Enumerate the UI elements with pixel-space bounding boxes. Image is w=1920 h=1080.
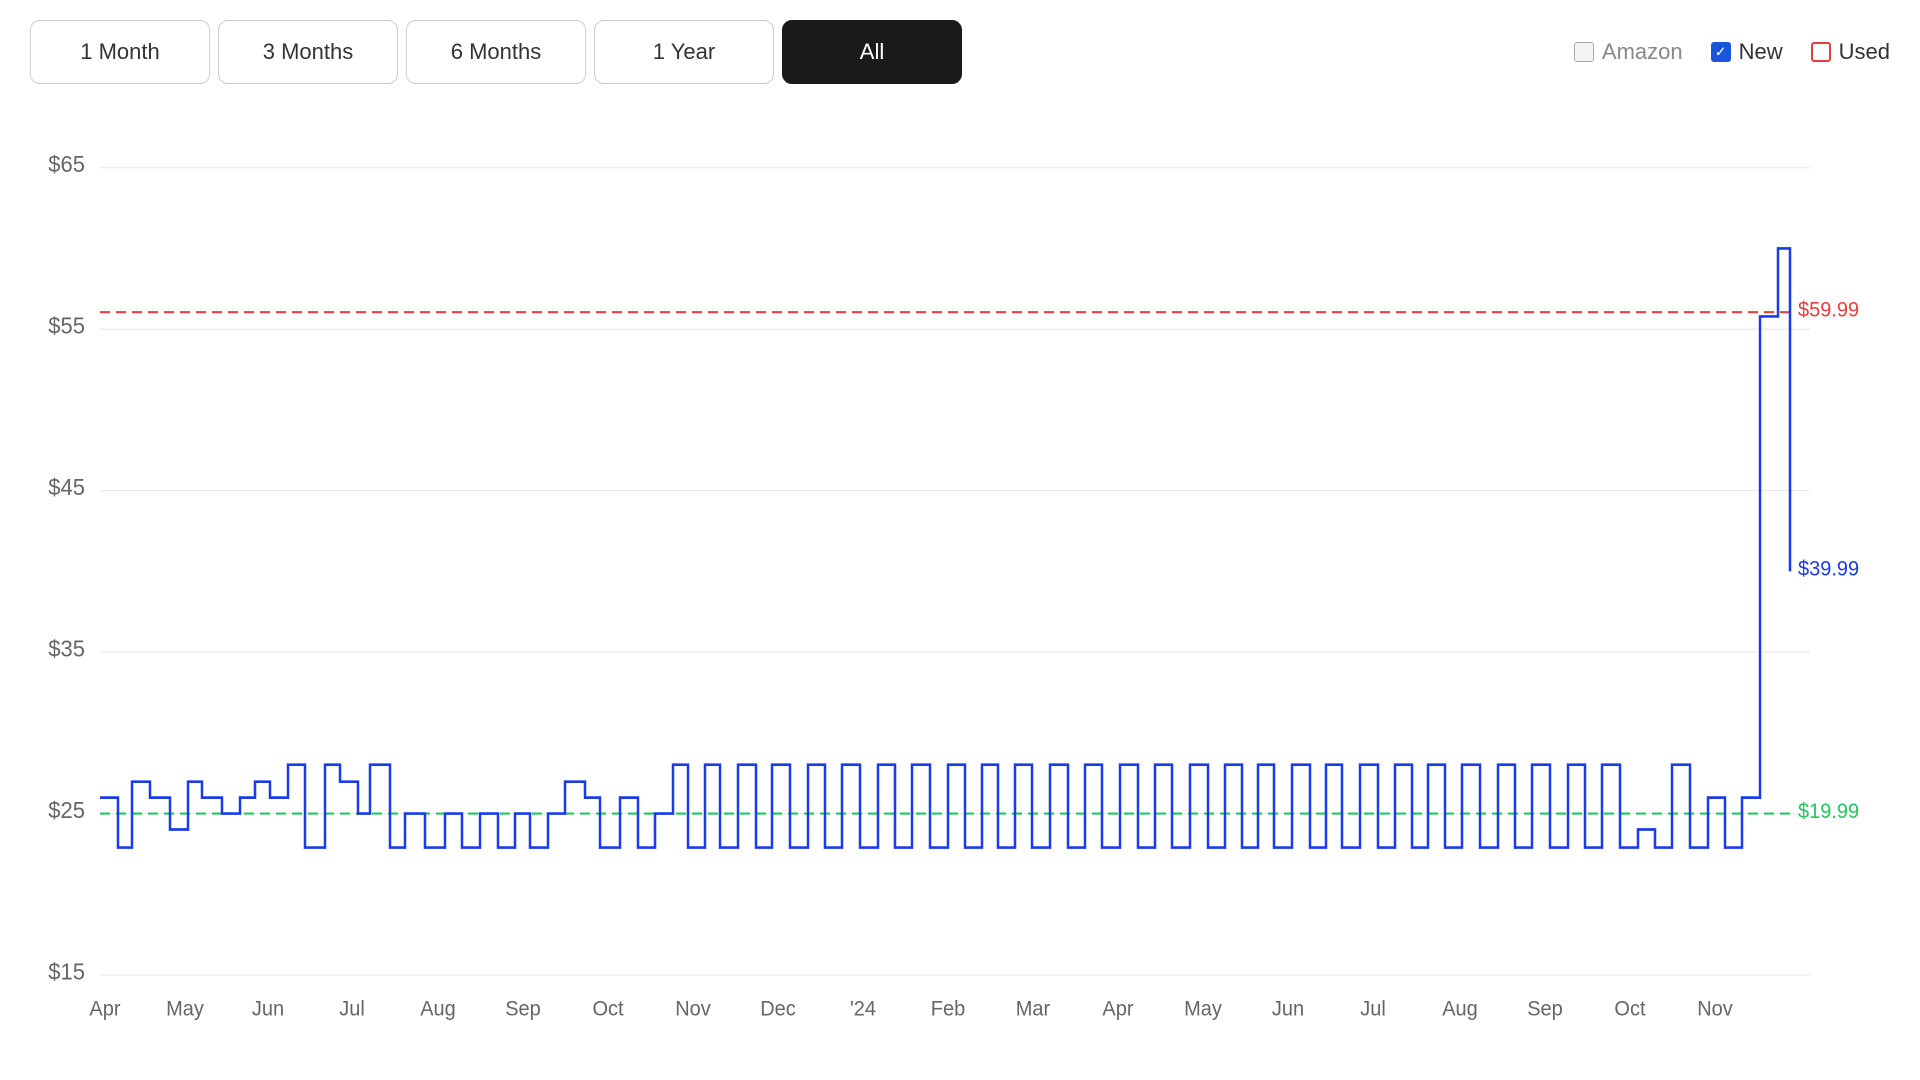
svg-text:$15: $15 <box>48 958 85 985</box>
svg-text:$59.99: $59.99 <box>1798 298 1859 322</box>
svg-text:Jul: Jul <box>1360 997 1386 1021</box>
btn-1month[interactable]: 1 Month <box>30 20 210 84</box>
svg-text:'24: '24 <box>850 997 876 1021</box>
svg-text:Mar: Mar <box>1016 997 1051 1021</box>
used-label: Used <box>1839 39 1890 65</box>
legend-used[interactable]: Used <box>1811 39 1890 65</box>
svg-text:Aug: Aug <box>1442 997 1478 1021</box>
btn-1year[interactable]: 1 Year <box>594 20 774 84</box>
chart-area: $65 $55 $45 $35 $25 $15 $59.99 $19.9 <box>30 104 1890 1060</box>
new-label: New <box>1739 39 1783 65</box>
svg-text:Sep: Sep <box>1527 997 1563 1021</box>
svg-text:Oct: Oct <box>1614 997 1645 1021</box>
svg-text:Aug: Aug <box>420 997 456 1021</box>
toolbar: 1 Month 3 Months 6 Months 1 Year All Ama… <box>30 20 1890 84</box>
svg-text:$39.99: $39.99 <box>1798 557 1859 581</box>
svg-text:Feb: Feb <box>931 997 965 1021</box>
btn-3months[interactable]: 3 Months <box>218 20 398 84</box>
svg-text:Apr: Apr <box>1102 997 1133 1021</box>
amazon-checkbox[interactable] <box>1574 42 1594 62</box>
new-checkbox[interactable] <box>1711 42 1731 62</box>
svg-text:$19.99: $19.99 <box>1798 799 1859 823</box>
main-container: 1 Month 3 Months 6 Months 1 Year All Ama… <box>0 0 1920 1080</box>
svg-text:Nov: Nov <box>675 997 711 1021</box>
svg-text:Jun: Jun <box>1272 997 1304 1021</box>
svg-text:May: May <box>166 997 204 1021</box>
amazon-label: Amazon <box>1602 39 1683 65</box>
btn-6months[interactable]: 6 Months <box>406 20 586 84</box>
legend-amazon[interactable]: Amazon <box>1574 39 1683 65</box>
svg-text:$35: $35 <box>48 635 85 662</box>
legend: Amazon New Used <box>1574 39 1890 65</box>
svg-text:May: May <box>1184 997 1222 1021</box>
svg-text:Nov: Nov <box>1697 997 1733 1021</box>
svg-text:$65: $65 <box>48 150 85 177</box>
svg-text:Sep: Sep <box>505 997 541 1021</box>
svg-text:Apr: Apr <box>89 997 120 1021</box>
svg-text:Dec: Dec <box>760 997 796 1021</box>
legend-new[interactable]: New <box>1711 39 1783 65</box>
svg-text:Oct: Oct <box>592 997 623 1021</box>
svg-text:$55: $55 <box>48 312 85 339</box>
svg-text:$25: $25 <box>48 796 85 823</box>
svg-text:$45: $45 <box>48 473 85 500</box>
used-checkbox[interactable] <box>1811 42 1831 62</box>
price-chart: $65 $55 $45 $35 $25 $15 $59.99 $19.9 <box>30 104 1890 1060</box>
btn-all[interactable]: All <box>782 20 962 84</box>
svg-text:Jul: Jul <box>339 997 365 1021</box>
time-buttons: 1 Month 3 Months 6 Months 1 Year All <box>30 20 962 84</box>
svg-text:Jun: Jun <box>252 997 284 1021</box>
